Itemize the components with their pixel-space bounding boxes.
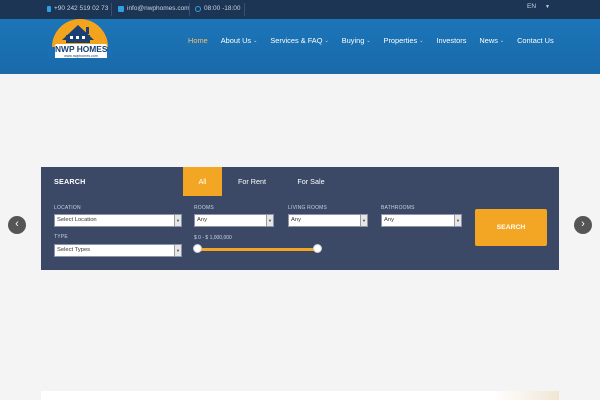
phone-contact[interactable]: +90 242 519 02 73 [47,5,108,12]
caret-down-icon: ▼ [545,3,550,10]
rooms-select[interactable]: Any ▼ [194,214,274,227]
price-range-label: $ 0 - $ 1,000,000 [194,235,232,241]
main-nav: Home About Us ⌄ Services & FAQ ⌄ Buying … [188,36,567,45]
type-label: TYPE [54,234,68,240]
featured-image [494,391,559,400]
main-header: NWP HOMES www.nwphomes.com Home About Us… [0,19,600,74]
nav-item-properties[interactable]: Properties ⌄ [384,36,424,45]
language-selector[interactable]: EN ▼ [527,3,550,10]
content-strip [41,391,559,400]
chevron-down-icon: ⌄ [419,37,424,44]
nav-label: About Us [220,36,252,45]
divider [244,3,245,16]
nav-item-about-us[interactable]: About Us ⌄ [221,36,258,45]
nav-item-home[interactable]: Home [188,36,208,45]
living-rooms-select[interactable]: Any ▼ [288,214,368,227]
location-value: Select Location [57,217,97,223]
property-search-panel: SEARCH All For Rent For Sale LOCATION Se… [41,167,559,270]
nav-item-contact-us[interactable]: Contact Us [517,36,554,45]
nav-label: Contact Us [517,36,554,45]
tab-all[interactable]: All [183,167,222,196]
price-range-track[interactable] [198,248,318,251]
nav-label: News [479,36,498,45]
chevron-down-icon: ⌄ [366,37,371,44]
hours-text: 08:00 -18:00 [204,5,241,12]
bathrooms-select[interactable]: Any ▼ [381,214,462,227]
nav-label: Home [188,36,208,45]
language-label: EN [527,3,537,10]
nav-item-services-faq[interactable]: Services & FAQ ⌄ [270,36,328,45]
nav-label: Buying [341,36,365,45]
phone-number: +90 242 519 02 73 [54,5,109,12]
dropdown-arrow-icon: ▼ [266,215,273,226]
location-select[interactable]: Select Location ▼ [54,214,182,227]
location-label: LOCATION [54,205,81,211]
logo-url: www.nwphomes.com [55,54,107,58]
type-value: Select Types [57,247,91,253]
chevron-down-icon: ⌄ [499,37,505,44]
living-rooms-label: LIVING ROOMS [288,205,328,211]
slider-next-button[interactable]: › [574,216,592,234]
rooms-label: ROOMS [194,205,214,211]
dropdown-arrow-icon: ▼ [174,215,181,226]
divider [111,3,112,16]
bathrooms-label: BATHROOMS [381,205,415,211]
price-min-handle[interactable] [193,244,202,253]
clock-icon [195,5,201,12]
mail-icon [118,5,124,12]
dropdown-arrow-icon: ▼ [360,215,367,226]
rooms-value: Any [197,217,207,223]
search-title: SEARCH [54,177,86,186]
chevron-left-icon: ‹ [15,218,19,230]
dropdown-arrow-icon: ▼ [174,245,181,256]
nav-item-news[interactable]: News ⌄ [479,36,504,45]
search-button[interactable]: SEARCH [475,209,547,246]
chevron-down-icon: ⌄ [253,37,258,44]
nav-item-investors[interactable]: Investors [436,36,466,45]
type-select[interactable]: Select Types ▼ [54,244,182,257]
nav-label: Investors [436,36,467,45]
tab-for-sale[interactable]: For Sale [288,167,334,196]
phone-icon [47,5,51,12]
opening-hours: 08:00 -18:00 [195,5,241,12]
divider [189,3,190,16]
nav-label: Services & FAQ [270,36,323,45]
slider-prev-button[interactable]: ‹ [8,216,26,234]
bathrooms-value: Any [384,217,394,223]
email-address: info@nwphomes.com [127,5,190,12]
price-max-handle[interactable] [313,244,322,253]
chevron-right-icon: › [581,218,585,230]
living-rooms-value: Any [291,217,301,223]
email-contact[interactable]: info@nwphomes.com [118,5,190,12]
nav-item-buying[interactable]: Buying ⌄ [342,36,371,45]
chevron-down-icon: ⌄ [324,37,329,44]
tab-for-rent[interactable]: For Rent [229,167,275,196]
dropdown-arrow-icon: ▼ [454,215,461,226]
nav-label: Properties [383,36,418,45]
